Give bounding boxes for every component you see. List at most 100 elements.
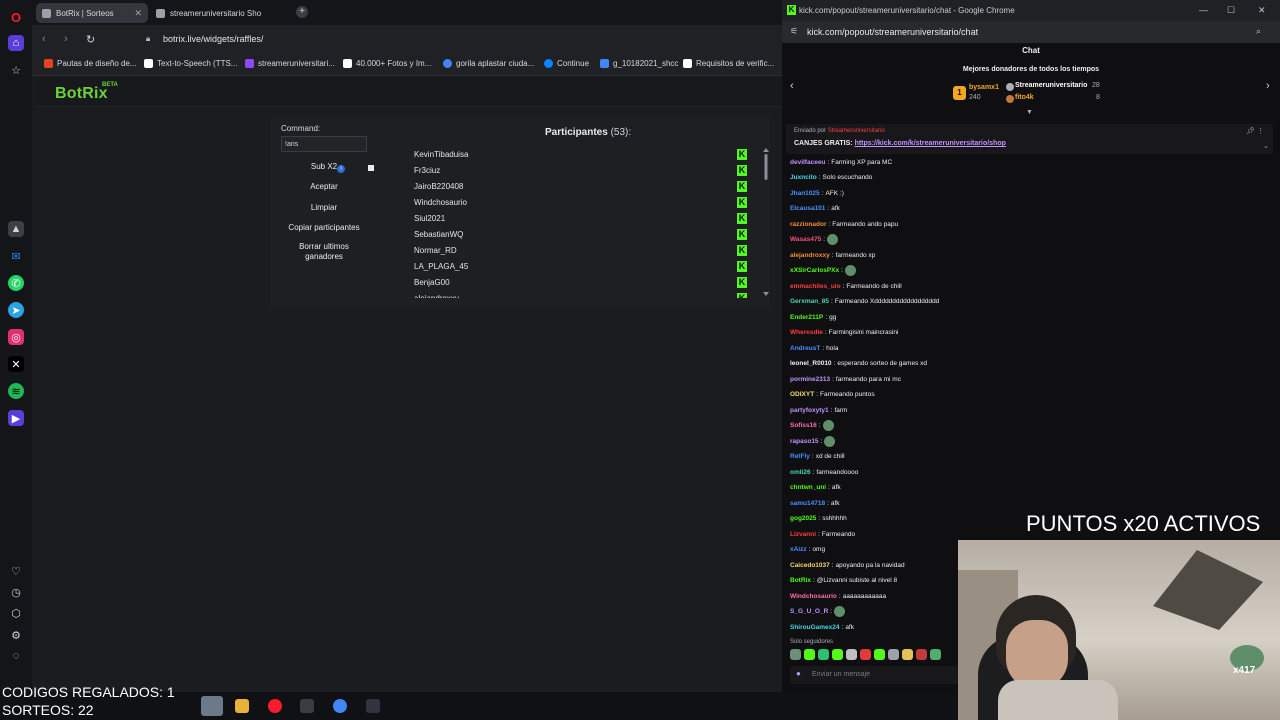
obs-taskbar-icon[interactable] bbox=[366, 699, 380, 713]
chat-message[interactable]: samu14718: afk bbox=[790, 496, 840, 510]
chevron-right-icon[interactable]: › bbox=[1266, 80, 1270, 92]
chat-username[interactable]: alejandroxxy bbox=[790, 252, 830, 259]
chat-username[interactable]: Elcausa101 bbox=[790, 205, 825, 212]
instagram-icon[interactable]: ◎ bbox=[8, 329, 24, 345]
chevron-left-icon[interactable]: ‹ bbox=[790, 80, 794, 92]
chat-message[interactable]: Wheresdie: Farmingisini maincrasini bbox=[790, 326, 898, 340]
chat-message[interactable]: devilfaceeu: Farming XP para MC bbox=[790, 155, 892, 169]
chat-username[interactable]: samu14718 bbox=[790, 500, 825, 507]
chat-message[interactable]: alejandroxxy: farmeando xp bbox=[790, 248, 875, 262]
accept-button[interactable]: Aceptar bbox=[281, 182, 367, 192]
chat-username[interactable]: Windchosaurio bbox=[790, 593, 837, 600]
reload-icon[interactable]: ↻ bbox=[86, 33, 95, 46]
chat-message[interactable]: Jhan1025: AFK :) bbox=[790, 186, 844, 200]
clear-button[interactable]: Limpiar bbox=[281, 203, 367, 213]
delete-winners-button[interactable]: Borrar ultimos ganadores bbox=[281, 242, 367, 262]
chat-username[interactable]: Sofiss16 bbox=[790, 422, 817, 429]
tab-kick-shop[interactable]: streameruniversitario Sho bbox=[150, 3, 288, 23]
collapse-icon[interactable]: ▼ bbox=[1026, 109, 1033, 116]
chat-message[interactable]: Lizvanni: Farmeando bbox=[790, 527, 855, 541]
botrix-logo[interactable]: BotRix bbox=[55, 85, 108, 103]
donor-2[interactable]: Streameruniversitario bbox=[1015, 82, 1087, 89]
pinned-user[interactable]: Streameruniversitario bbox=[828, 128, 885, 134]
emote-icon[interactable] bbox=[916, 649, 927, 660]
participants-scrollbar[interactable] bbox=[763, 148, 769, 296]
heart-icon[interactable]: ♡ bbox=[8, 563, 24, 579]
chat-message[interactable]: Elcausa101: afk bbox=[790, 202, 840, 216]
chat-message[interactable]: Wasas475: bbox=[790, 233, 839, 247]
file-explorer-icon[interactable] bbox=[235, 699, 249, 713]
bulb-icon[interactable]: ◌ bbox=[8, 648, 24, 664]
chat-username[interactable]: Wheresdie bbox=[790, 329, 823, 336]
chat-username[interactable]: Juxncito bbox=[790, 174, 817, 181]
chat-username[interactable]: BotRix bbox=[790, 577, 811, 584]
chat-username[interactable]: AndreusT bbox=[790, 345, 820, 352]
emote-icon[interactable] bbox=[888, 649, 899, 660]
spotify-icon[interactable]: ≋ bbox=[8, 383, 24, 399]
chat-message[interactable]: Sofiss16: bbox=[790, 419, 834, 433]
telegram-icon[interactable]: ➤ bbox=[8, 302, 24, 318]
chat-input[interactable]: ● Enviar un mensaje bbox=[790, 666, 960, 684]
participant-row[interactable]: KevinTibaduisa K bbox=[401, 148, 747, 164]
chat-message[interactable]: Ender211P: gg bbox=[790, 310, 836, 324]
chat-username[interactable]: devilfaceeu bbox=[790, 159, 825, 166]
chat-message[interactable]: gog2025: sshhhhh bbox=[790, 512, 847, 526]
chat-message[interactable]: omli26: farmeandoooo bbox=[790, 465, 858, 479]
chat-message[interactable]: rapaso15: bbox=[790, 434, 836, 448]
chat-username[interactable]: Lizvanni bbox=[790, 531, 816, 538]
bookmark-item[interactable]: Pautas de diseño de... bbox=[44, 59, 137, 68]
chat-username[interactable]: xAizz bbox=[790, 546, 807, 553]
emote-icon[interactable] bbox=[832, 649, 843, 660]
chat-message[interactable]: razzionador: Farmeando ando papu bbox=[790, 217, 898, 231]
pin-icon[interactable]: 📌︎ ⋮ bbox=[1246, 127, 1264, 135]
participant-row[interactable]: Fr3ciuz K bbox=[401, 164, 747, 180]
chat-username[interactable]: Caicedo1037 bbox=[790, 562, 830, 569]
whatsapp-icon[interactable]: ✆ bbox=[8, 275, 24, 291]
chat-username[interactable]: RetFly bbox=[790, 453, 810, 460]
chat-username[interactable]: Ender211P bbox=[790, 314, 823, 321]
emote-icon[interactable] bbox=[860, 649, 871, 660]
star-icon[interactable]: ☆ bbox=[8, 62, 24, 78]
participant-row[interactable]: BenjaG00 K bbox=[401, 276, 747, 292]
chat-message[interactable]: chntwn_uni: afk bbox=[790, 481, 841, 495]
chat-message[interactable]: pormine2313: farmeando para mi mc bbox=[790, 372, 901, 386]
sub-x2-checkbox[interactable] bbox=[368, 165, 374, 171]
chat-username[interactable]: rapaso15 bbox=[790, 438, 819, 445]
chat-message[interactable]: Windchosaurio: aaaaaaaaaaaa bbox=[790, 589, 886, 603]
chat-message[interactable]: S_G_U_O_R: bbox=[790, 605, 846, 619]
chat-message[interactable]: RetFly: xd de chill bbox=[790, 450, 845, 464]
chat-username[interactable]: leonel_R0010 bbox=[790, 360, 832, 367]
chat-message[interactable]: partyfoxyty1: farm bbox=[790, 403, 847, 417]
info-icon[interactable]: i bbox=[337, 165, 345, 173]
chat-message[interactable]: Caicedo1037: apoyando pa la navidad bbox=[790, 558, 905, 572]
tab-botrix[interactable]: BotRix | Sorteos ✕ bbox=[36, 3, 148, 23]
chat-username[interactable]: chntwn_uni bbox=[790, 484, 826, 491]
url-field[interactable]: botrix.live/widgets/raffles/ bbox=[163, 34, 263, 44]
chrome-url[interactable]: kick.com/popout/streameruniversitario/ch… bbox=[807, 27, 978, 37]
pinned-link[interactable]: https://kick.com/k/streameruniversitario… bbox=[855, 140, 1006, 147]
emote-icon[interactable] bbox=[846, 649, 857, 660]
taskbar-thumbnail-icon[interactable] bbox=[201, 696, 223, 716]
chat-username[interactable]: ODIXYT bbox=[790, 391, 814, 398]
bookmark-item[interactable]: Text-to-Speech (TTS... bbox=[144, 59, 237, 68]
chat-username[interactable]: gog2025 bbox=[790, 515, 816, 522]
minimize-icon[interactable]: — bbox=[1199, 5, 1208, 15]
bookmark-item[interactable]: g_10182021_shcc bbox=[600, 59, 678, 68]
chat-username[interactable]: ShirouGamex24 bbox=[790, 624, 840, 631]
participant-row[interactable]: SebastianWQ K bbox=[401, 228, 747, 244]
bookmark-item[interactable]: 40.000+ Fotos y Im... bbox=[343, 59, 431, 68]
chat-message[interactable]: emmachiles_uio: Farmeando de chill bbox=[790, 279, 902, 293]
emote-icon[interactable] bbox=[804, 649, 815, 660]
history-icon[interactable]: ◷ bbox=[8, 584, 24, 600]
participant-row[interactable]: JairoB220408 K bbox=[401, 180, 747, 196]
donor-1[interactable]: bysamx1 bbox=[969, 84, 999, 91]
chat-message[interactable]: AndreusT: hola bbox=[790, 341, 838, 355]
chat-message[interactable]: xXSirCarlosPXx: bbox=[790, 264, 856, 278]
extensions-icon[interactable]: ⬡ bbox=[8, 605, 24, 621]
emote-icon[interactable] bbox=[818, 649, 829, 660]
chat-username[interactable]: pormine2313 bbox=[790, 376, 830, 383]
participant-row[interactable]: Siul2021 K bbox=[401, 212, 747, 228]
chat-username[interactable]: Wasas475 bbox=[790, 236, 821, 243]
chrome-taskbar-icon[interactable] bbox=[333, 699, 347, 713]
chat-message[interactable]: BotRix: @Lizvanni subiste al nivel 8 bbox=[790, 574, 897, 588]
